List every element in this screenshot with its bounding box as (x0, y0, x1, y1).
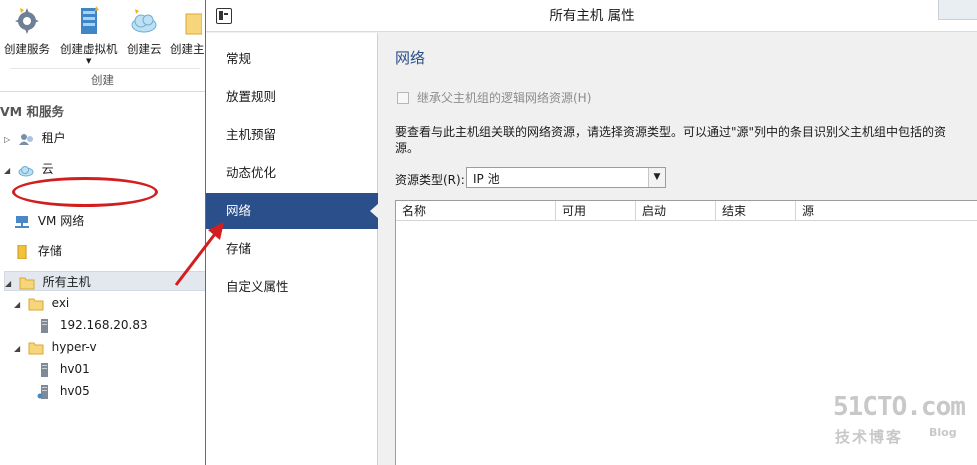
nav-item-dynamic-optimization[interactable]: 动态优化 (206, 155, 378, 191)
tree-node-vm-networks[interactable]: VM 网络 (14, 211, 84, 231)
storage-icon (14, 244, 30, 259)
inherit-checkbox[interactable] (397, 92, 409, 104)
tree-node-clouds[interactable]: ◢ 云 (4, 159, 54, 179)
resource-type-value: IP 池 (473, 172, 500, 186)
create-host-group-button[interactable]: 创建主 (170, 4, 205, 57)
dialog-nav: 常规 放置规则 主机预留 动态优化 网络 存储 自定义属性 (206, 33, 379, 465)
server-icon (36, 318, 52, 333)
create-service-button[interactable]: 创建服务 (4, 4, 50, 57)
tree-node-exi[interactable]: ◢ exi (14, 293, 69, 313)
collapse-arrow-icon[interactable]: ◢ (4, 161, 14, 181)
nav-item-general[interactable]: 常规 (206, 41, 378, 77)
column-header-available[interactable]: 可用 (556, 201, 636, 221)
cloud-icon (129, 4, 159, 38)
tree-node-all-hosts[interactable]: ◢ 所有主机 (4, 271, 206, 291)
vm-stack-icon (74, 4, 104, 38)
tree-node-storage[interactable]: 存储 (14, 241, 62, 261)
resource-type-select[interactable]: IP 池 ▼ (466, 167, 666, 188)
tree-node-label: 192.168.20.83 (59, 318, 148, 332)
dialog-title: 所有主机 属性 (549, 8, 635, 24)
folder-icon (28, 297, 44, 311)
resource-type-label: 资源类型(R): (395, 173, 465, 187)
tree-node-label: 租户 (41, 131, 66, 145)
tree-node-label: hv01 (59, 362, 90, 376)
tree-node-label: 存储 (37, 244, 62, 258)
redaction-annotation (12, 177, 158, 207)
create-cloud-button[interactable]: 创建云 (127, 4, 162, 57)
ribbon-group-label: 创建 (91, 73, 114, 87)
window-control[interactable] (938, 0, 977, 20)
tree-node-tenants[interactable]: ▷ 租户 (4, 128, 66, 148)
folder-icon (19, 276, 35, 290)
section-title: 网络 (395, 49, 426, 67)
nav-item-host-reserves[interactable]: 主机预留 (206, 117, 378, 153)
inherit-checkbox-label: 继承父主机组的逻辑网络资源(H) (417, 91, 592, 105)
watermark-blog: Blog (929, 426, 957, 439)
host-group-folder-icon (172, 4, 203, 38)
tenant-icon (18, 132, 34, 146)
nav-item-custom-properties[interactable]: 自定义属性 (206, 269, 378, 305)
column-header-source[interactable]: 源 (796, 201, 977, 221)
nav-item-storage[interactable]: 存储 (206, 231, 378, 267)
tree-node-label: VM 网络 (37, 214, 85, 228)
cloud-icon (18, 163, 34, 177)
dialog-titlebar[interactable]: 所有主机 属性 (206, 0, 977, 32)
watermark-subtitle: 技术博客 (835, 428, 904, 446)
tree-node-hyper-v[interactable]: ◢ hyper-v (14, 337, 97, 357)
collapse-arrow-icon[interactable]: ◢ (5, 274, 15, 294)
create-cloud-label: 创建云 (127, 42, 162, 56)
service-gear-icon (12, 4, 42, 38)
vm-network-icon (14, 215, 30, 229)
watermark: 51CTO.com 技术博客 Blog (833, 392, 973, 452)
tree-node-host-192-168-20-83[interactable]: 192.168.20.83 (36, 315, 148, 335)
ribbon: 创建服务 创建虚拟机 ▼ 创建云 创建主 创建 (0, 0, 210, 92)
collapse-arrow-icon[interactable]: ◢ (14, 295, 24, 315)
folder-icon (28, 341, 44, 355)
tree-node-label: 所有主机 (42, 275, 91, 289)
create-vm-dropdown-icon[interactable]: ▼ (60, 57, 118, 65)
navigation-tree: VM 和服务 ▷ 租户 ◢ 云 VM 网络 存储 ◢ 所有主机 ◢ exi 19… (0, 93, 208, 465)
grid-header: 名称 可用 启动 结束 源 (396, 201, 977, 221)
server-icon (36, 384, 52, 399)
create-vm-button[interactable]: 创建虚拟机 ▼ (60, 4, 118, 65)
inherit-checkbox-row[interactable]: 继承父主机组的逻辑网络资源(H) (397, 89, 591, 106)
server-icon (36, 362, 52, 377)
expand-arrow-icon[interactable]: ▷ (4, 130, 14, 150)
tree-header: VM 和服务 (0, 104, 64, 119)
tree-node-hv01[interactable]: hv01 (36, 359, 90, 379)
create-vm-label: 创建虚拟机 (60, 42, 118, 56)
nav-item-network[interactable]: 网络 (206, 193, 379, 229)
create-service-label: 创建服务 (4, 42, 50, 56)
ribbon-divider (10, 68, 200, 69)
description-text: 要查看与此主机组关联的网络资源，请选择资源类型。可以通过"源"列中的条目识别父主… (395, 125, 947, 155)
tree-node-label: hv05 (59, 384, 90, 398)
column-header-end[interactable]: 结束 (716, 201, 796, 221)
watermark-logo: 51CTO.com (833, 392, 966, 422)
tree-node-label: 云 (41, 162, 54, 176)
chevron-down-icon[interactable]: ▼ (648, 168, 665, 187)
column-header-name[interactable]: 名称 (396, 201, 556, 221)
column-header-start[interactable]: 启动 (636, 201, 716, 221)
create-host-group-label: 创建主 (170, 42, 205, 56)
tree-node-label: hyper-v (51, 340, 97, 354)
collapse-arrow-icon[interactable]: ◢ (14, 339, 24, 359)
nav-item-placement-rules[interactable]: 放置规则 (206, 79, 378, 115)
tree-node-label: exi (51, 296, 70, 310)
tree-node-hv05[interactable]: hv05 (36, 381, 90, 401)
